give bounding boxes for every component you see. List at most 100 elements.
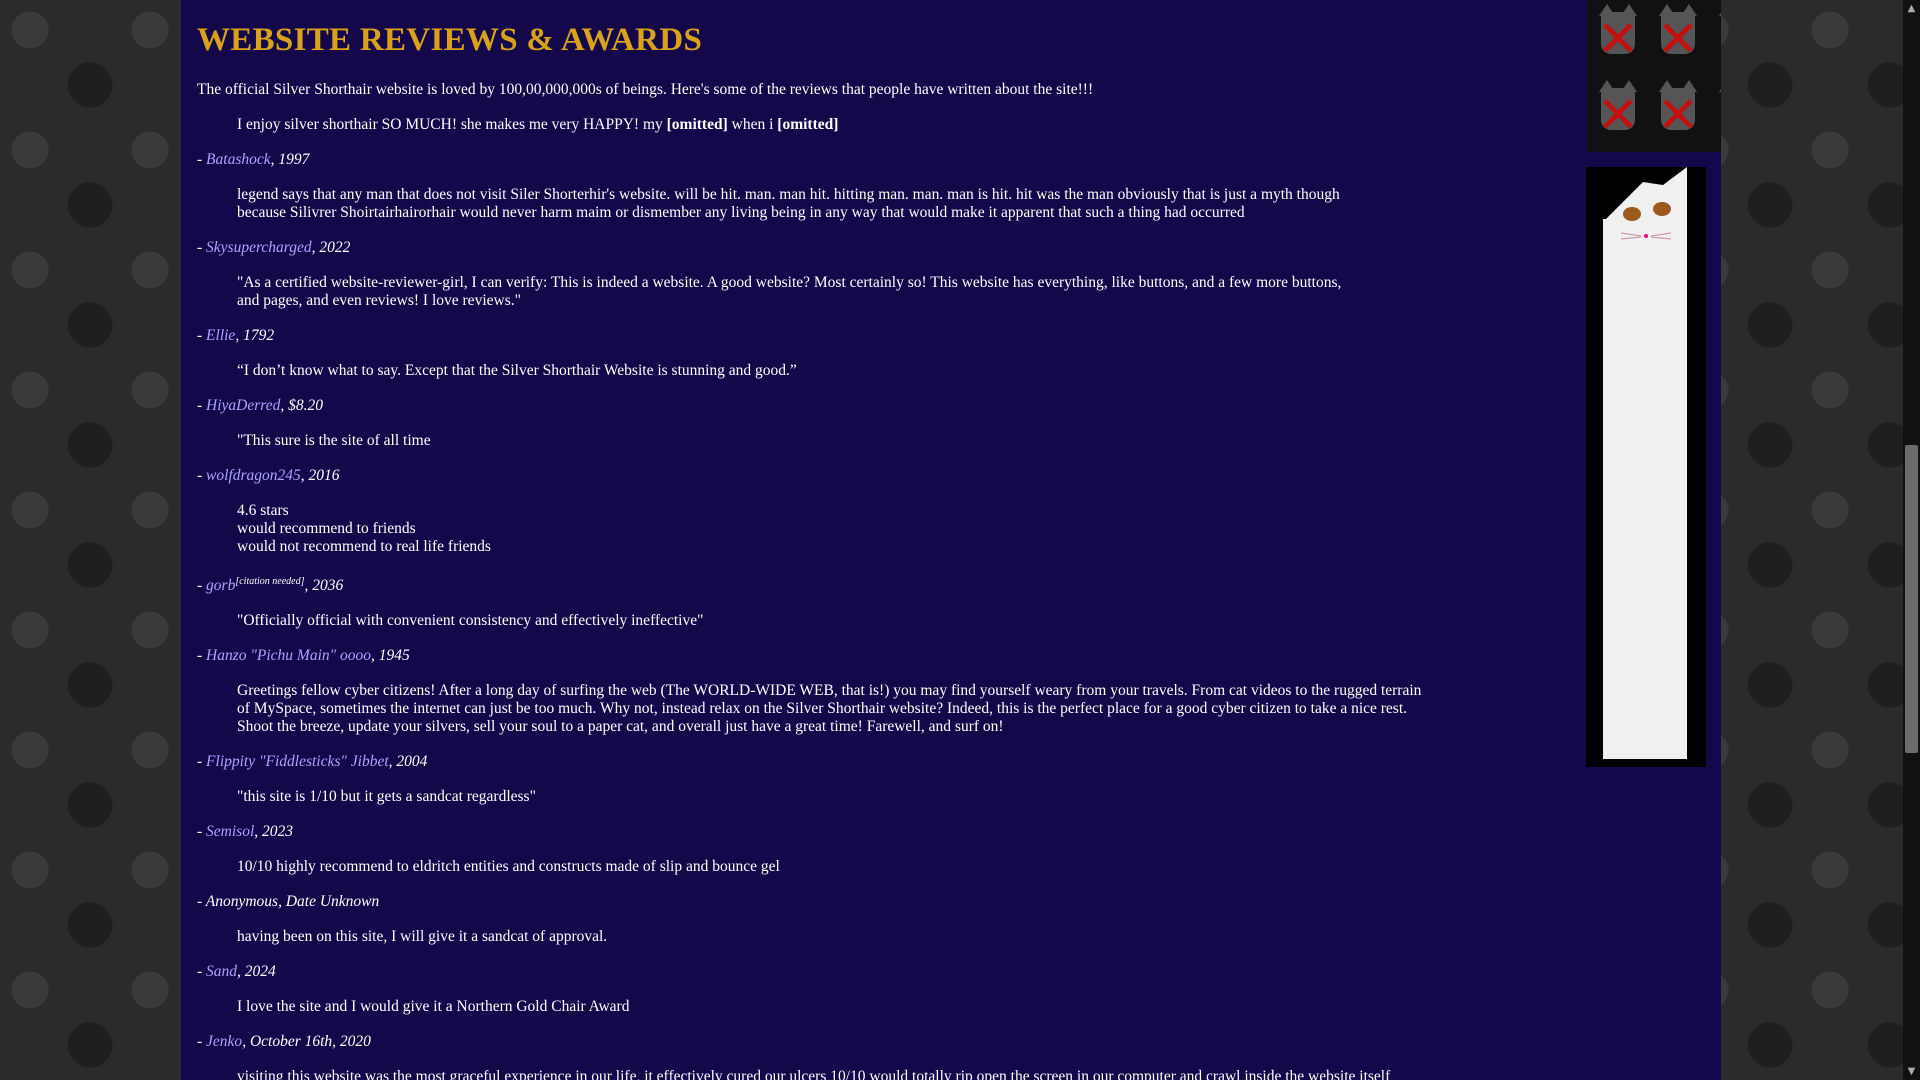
reviewer-name-link[interactable]: wolfdragon245 xyxy=(206,467,301,484)
review-quote: "As a certified website-reviewer-girl, I… xyxy=(237,274,1467,310)
review-item: "As a certified website-reviewer-girl, I… xyxy=(197,274,1467,345)
reviews-section: WEBSITE REVIEWS & AWARDS The official Si… xyxy=(197,0,1467,1080)
crossed-out-cat-icon: ✕ xyxy=(1587,0,1647,76)
review-item: legend says that any man that does not v… xyxy=(197,186,1467,257)
omitted-text: [omitted] xyxy=(777,116,839,133)
review-date: October 16th, 2020 xyxy=(249,1033,371,1050)
reviewer-name-link[interactable]: Jenko xyxy=(206,1033,242,1050)
review-attribution: - Semisol, 2023 xyxy=(197,823,294,840)
quote-line: I love the site and I would give it a No… xyxy=(237,998,630,1015)
crossed-out-cat-icon: ✕ xyxy=(1647,76,1707,152)
review-date: 1997 xyxy=(278,151,310,168)
quote-text: I enjoy silver shorthair SO MUCH! she ma… xyxy=(237,116,667,133)
crossed-out-cat-icon: ✕ xyxy=(1647,0,1707,76)
page-scrollbar[interactable]: ▲ ▼ xyxy=(1903,0,1920,1080)
review-item: 10/10 highly recommend to eldritch entit… xyxy=(197,858,1467,911)
review-attribution: - Sand, 2024 xyxy=(197,963,276,980)
reviewer-name-link[interactable]: Hanzo "Pichu Main" oooo xyxy=(206,647,371,664)
review-item: having been on this site, I will give it… xyxy=(197,928,1467,981)
review-item: 4.6 stars would recommend to friends would… xyxy=(197,502,1467,595)
review-item: Greetings fellow cyber citizens! After a… xyxy=(197,682,1467,771)
quote-line: and pages, and even reviews! I love revi… xyxy=(237,292,521,309)
page-title: WEBSITE REVIEWS & AWARDS xyxy=(197,22,703,58)
intro-text: The official Silver Shorthair website is… xyxy=(197,81,1094,98)
quote-text: when i xyxy=(727,116,778,133)
quote-line: “I don’t know what to say. Except that t… xyxy=(237,362,797,379)
reviewer-name-link[interactable]: HiyaDerred xyxy=(206,397,280,414)
quote-line: having been on this site, I will give it… xyxy=(237,928,608,945)
review-quote: 10/10 highly recommend to eldritch entit… xyxy=(237,858,1467,876)
review-date: 1792 xyxy=(243,327,275,344)
review-item: “I don’t know what to say. Except that t… xyxy=(197,362,1467,415)
scroll-down-arrow-icon[interactable]: ▼ xyxy=(1903,1063,1920,1080)
review-date: 2036 xyxy=(312,577,344,594)
cat-whiskers-icon xyxy=(1621,232,1671,240)
review-date: 2016 xyxy=(308,467,340,484)
review-date: 2023 xyxy=(262,823,294,840)
crossed-out-cat-icon: ✕ xyxy=(1587,76,1647,152)
reviews-list: I enjoy silver shorthair SO MUCH! she ma… xyxy=(197,116,1467,1080)
review-attribution: - Jenko, October 16th, 2020 xyxy=(197,1033,371,1050)
reviewer-name-link[interactable]: Batashock xyxy=(206,151,271,168)
review-quote: “I don’t know what to say. Except that t… xyxy=(237,362,1467,380)
review-quote: I enjoy silver shorthair SO MUCH! she ma… xyxy=(237,116,1467,134)
review-attribution: - gorb[citation needed], 2036 xyxy=(197,576,344,594)
scroll-up-arrow-icon[interactable]: ▲ xyxy=(1903,0,1920,17)
review-quote: Greetings fellow cyber citizens! After a… xyxy=(237,682,1467,736)
review-attribution: - Flippity "Fiddlesticks" Jibbet, 2004 xyxy=(197,753,428,770)
review-item: I love the site and I would give it a No… xyxy=(197,998,1467,1051)
review-quote: "This sure is the site of all time xyxy=(237,432,1467,450)
review-quote: having been on this site, I will give it… xyxy=(237,928,1467,946)
review-attribution: - Hanzo "Pichu Main" oooo, 1945 xyxy=(197,647,410,664)
review-quote: 4.6 stars would recommend to friends would… xyxy=(237,502,1467,556)
quote-line: "Officially official with convenient con… xyxy=(237,612,704,629)
quote-line: legend says that any man that does not v… xyxy=(237,186,1340,203)
review-item: "this site is 1/10 but it gets a sandcat… xyxy=(197,788,1467,841)
quote-line: would recommend to friends xyxy=(237,520,416,537)
crossed-out-cat-icon: ✕ xyxy=(1707,0,1721,76)
x-mark-icon: ✕ xyxy=(1657,86,1699,144)
crossed-out-cat-icon: ✕ xyxy=(1707,76,1721,152)
reviewer-name-link[interactable]: Sand xyxy=(206,963,237,980)
quote-line: Shoot the breeze, update your silvers, s… xyxy=(237,718,1004,735)
review-item: "This sure is the site of all time - wolf… xyxy=(197,432,1467,485)
quote-line: Greetings fellow cyber citizens! After a… xyxy=(237,682,1422,699)
review-date: $8.20 xyxy=(288,397,323,414)
quote-line: visiting this website was the most grace… xyxy=(237,1068,1391,1080)
review-quote: legend says that any man that does not v… xyxy=(237,186,1467,222)
reviewer-name-link[interactable]: Semisol xyxy=(206,823,254,840)
award-badge-grid: ✕✕✕✕✕✕✕✕✕✕ xyxy=(1587,0,1721,152)
review-date: 2004 xyxy=(396,753,428,770)
quote-line: "this site is 1/10 but it gets a sandcat… xyxy=(237,788,536,805)
quote-line: "This sure is the site of all time xyxy=(237,432,431,449)
reviewer-name-link[interactable]: gorb xyxy=(206,577,235,594)
reviewer-name-link[interactable]: Skysupercharged xyxy=(206,239,312,256)
quote-line: of MySpace, sometimes the internet can j… xyxy=(237,700,1408,717)
reviewer-name-link[interactable]: Ellie xyxy=(206,327,235,344)
content-panel: WEBSITE REVIEWS & AWARDS The official Si… xyxy=(181,0,1721,1080)
review-attribution: - Batashock, 1997 xyxy=(197,151,310,168)
tall-cat-image xyxy=(1586,167,1706,767)
reviewer-name-link[interactable]: Flippity "Fiddlesticks" Jibbet xyxy=(206,753,389,770)
review-attribution: - Ellie, 1792 xyxy=(197,327,275,344)
review-date: Date Unknown xyxy=(285,893,380,910)
reviewer-name-link: Anonymous xyxy=(205,893,279,910)
review-item: I enjoy silver shorthair SO MUCH! she ma… xyxy=(197,116,1467,169)
review-attribution: - wolfdragon245, 2016 xyxy=(197,467,340,484)
scrollbar-thumb[interactable] xyxy=(1905,445,1918,753)
review-quote: visiting this website was the most grace… xyxy=(237,1068,1467,1080)
x-mark-icon: ✕ xyxy=(1717,90,1721,140)
review-quote: I love the site and I would give it a No… xyxy=(237,998,1467,1016)
omitted-text: [omitted] xyxy=(666,116,728,133)
review-attribution: - Anonymous, Date Unknown xyxy=(197,893,380,910)
quote-line: "As a certified website-reviewer-girl, I… xyxy=(237,274,1342,291)
quote-line: 4.6 stars xyxy=(237,502,289,519)
x-mark-icon: ✕ xyxy=(1717,14,1721,64)
citation-needed[interactable]: [citation needed] xyxy=(235,576,304,587)
quote-line: would not recommend to real life friends xyxy=(237,538,491,555)
review-attribution: - Skysupercharged, 2022 xyxy=(197,239,351,256)
review-attribution: - HiyaDerred, $8.20 xyxy=(197,397,323,414)
review-date: 2024 xyxy=(244,963,276,980)
quote-line: 10/10 highly recommend to eldritch entit… xyxy=(237,858,780,875)
review-date: 1945 xyxy=(378,647,410,664)
